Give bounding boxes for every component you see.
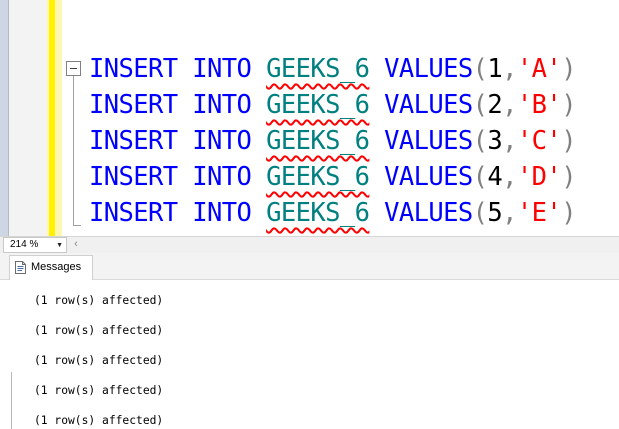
close-paren: ) [561,162,576,192]
string-literal: 'C' [516,126,562,156]
close-paren: ) [561,198,576,228]
keyword-insert: INSERT [89,54,178,84]
table-name: GEEKS_6 [266,54,370,84]
number-literal: 5 [487,198,503,228]
open-paren: ( [472,162,488,192]
code-line[interactable]: INSERT INTO GEEKS_6 VALUES(1,'A') [89,51,577,87]
query-editor[interactable]: INSERT INTO GEEKS_6 VALUES(1,'A') INSERT… [0,0,619,236]
string-literal: 'D' [516,162,562,192]
comma: , [502,90,517,120]
comma: , [502,126,517,156]
tab-messages-label: Messages [31,261,82,273]
string-literal: 'A' [516,54,562,84]
collapse-region-icon[interactable] [66,61,81,76]
keyword-values: VALUES [384,54,473,84]
results-left-border [11,372,12,429]
number-literal: 4 [487,162,503,192]
open-paren: ( [472,126,488,156]
comma: , [502,54,517,84]
keyword-values: VALUES [384,162,473,192]
code-line[interactable]: INSERT INTO GEEKS_6 VALUES(4,'D') [89,159,577,195]
open-paren: ( [472,54,488,84]
open-paren: ( [472,90,488,120]
close-paren: ) [561,126,576,156]
table-name: GEEKS_6 [266,126,370,156]
table-name: GEEKS_6 [266,162,370,192]
message-line: (1 row(s) affected) [34,384,164,397]
scroll-left-icon[interactable]: ‹ [70,237,82,253]
editor-status-row: 214 % ▼ ‹ [0,236,619,253]
keyword-insert: INSERT [89,198,178,228]
close-paren: ) [561,90,576,120]
zoom-value: 214 % [10,239,39,250]
message-line: (1 row(s) affected) [34,324,164,337]
results-pane: Messages (1 row(s) affected) (1 row(s) a… [0,253,619,429]
editor-left-border [0,0,9,236]
results-tab-strip: Messages [0,253,619,280]
code-line[interactable]: INSERT INTO GEEKS_6 VALUES(5,'E') [89,195,577,231]
tab-messages[interactable]: Messages [9,255,93,280]
keyword-insert: INSERT [89,126,178,156]
keyword-insert: INSERT [89,90,178,120]
keyword-into: INTO [192,162,252,192]
change-tracking-bar [47,0,62,236]
comma: , [502,198,517,228]
code-line[interactable]: INSERT INTO GEEKS_6 VALUES(2,'B') [89,87,577,123]
dropdown-arrow-icon: ▼ [56,242,63,249]
keyword-values: VALUES [384,198,473,228]
close-paren: ) [561,54,576,84]
message-line: (1 row(s) affected) [34,354,164,367]
string-literal: 'E' [516,198,562,228]
keyword-insert: INSERT [89,162,178,192]
keyword-into: INTO [192,54,252,84]
editor-margin [9,0,47,236]
messages-icon [15,261,26,274]
zoom-dropdown[interactable]: 214 % ▼ [3,237,67,253]
keyword-into: INTO [192,198,252,228]
message-line: (1 row(s) affected) [34,414,164,427]
open-paren: ( [472,198,488,228]
keyword-values: VALUES [384,90,473,120]
number-literal: 3 [487,126,503,156]
keyword-values: VALUES [384,126,473,156]
number-literal: 1 [487,54,503,84]
number-literal: 2 [487,90,503,120]
table-name: GEEKS_6 [266,198,370,228]
keyword-into: INTO [192,126,252,156]
code-line[interactable]: INSERT INTO GEEKS_6 VALUES(3,'C') [89,123,577,159]
outline-fold-end [73,225,81,226]
message-line: (1 row(s) affected) [34,294,164,307]
horizontal-scrollbar[interactable] [84,237,619,253]
table-name: GEEKS_6 [266,90,370,120]
keyword-into: INTO [192,90,252,120]
string-literal: 'B' [516,90,562,120]
comma: , [502,162,517,192]
outline-fold-line [73,76,74,226]
